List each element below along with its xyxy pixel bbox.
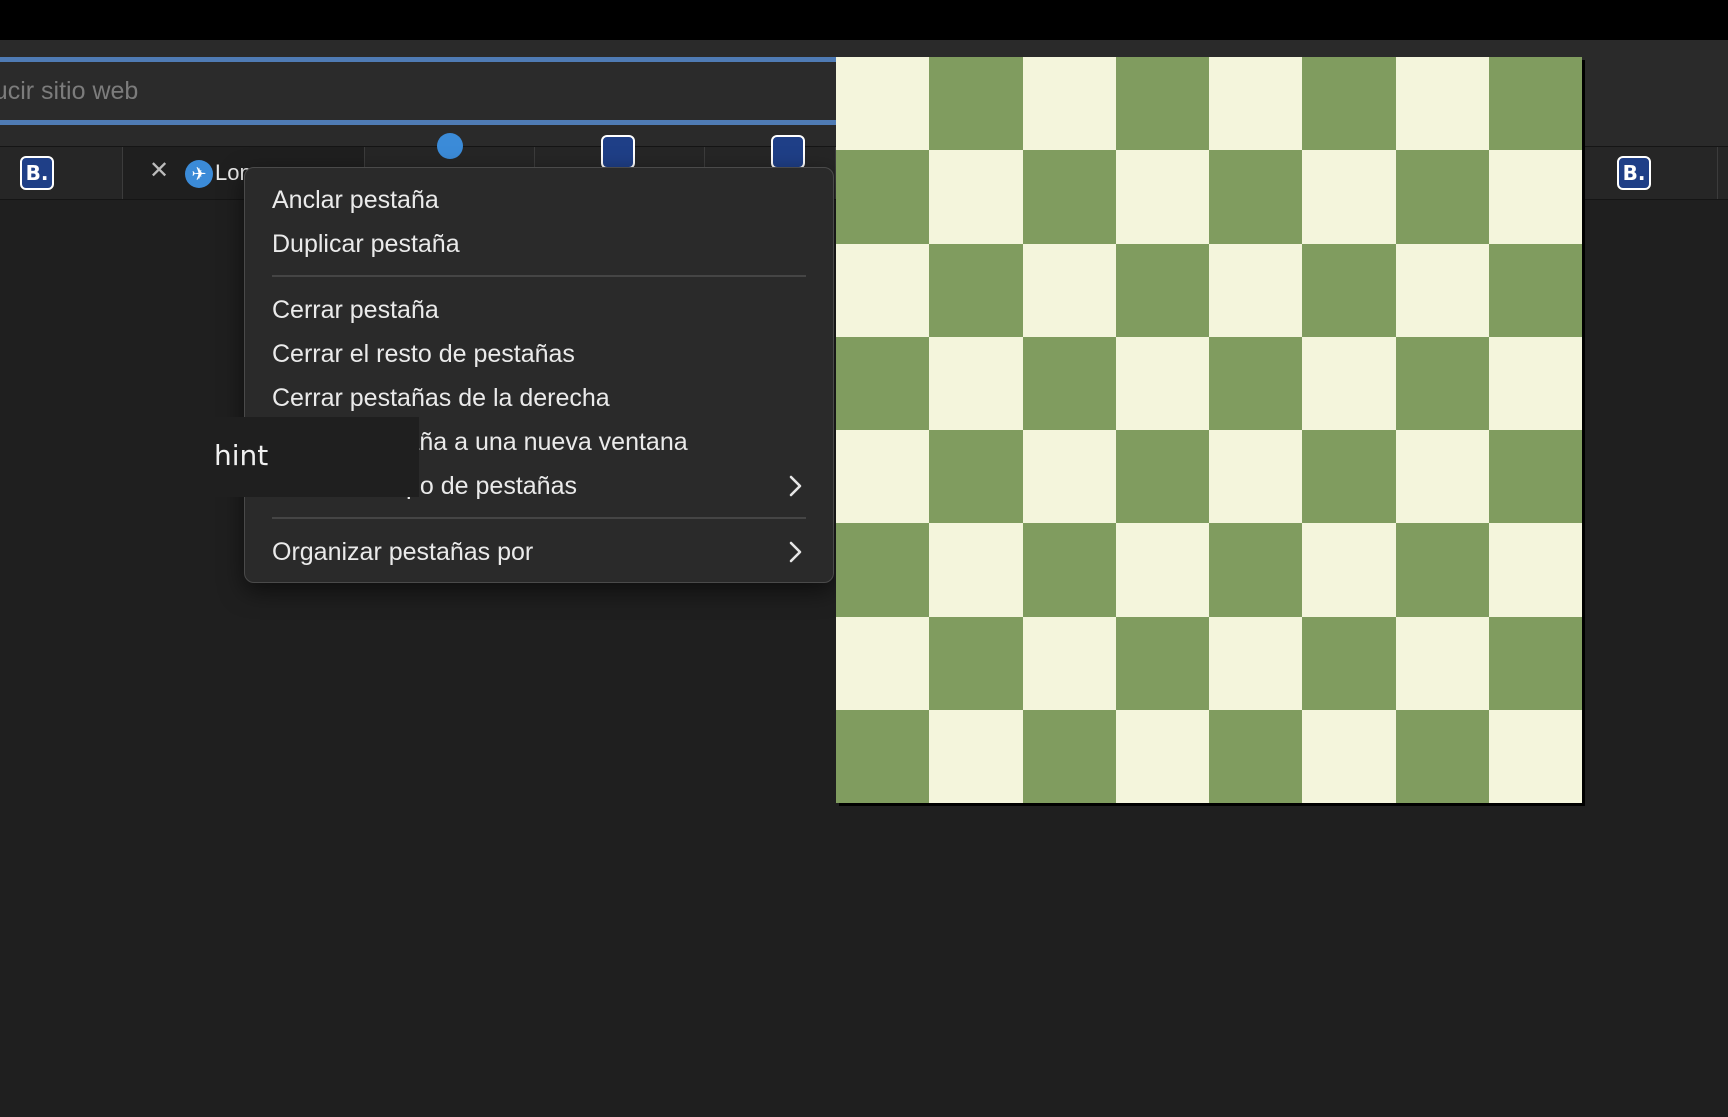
menu-item-close-tab[interactable]: Cerrar pestaña [245, 290, 833, 330]
board-square[interactable] [1488, 336, 1582, 430]
menu-separator [272, 275, 806, 277]
tab-context-menu: Anclar pestaña Duplicar pestaña Cerrar p… [244, 167, 834, 583]
booking-icon: B. [1617, 156, 1651, 190]
board-square[interactable] [1488, 150, 1582, 244]
board-square[interactable] [1209, 616, 1303, 710]
menu-item-label: Anclar pestaña [272, 186, 439, 214]
board-square[interactable] [1302, 243, 1396, 337]
board-square[interactable] [836, 430, 930, 524]
close-icon[interactable]: ✕ [149, 159, 169, 183]
menu-item-label: stаña a una nueva ventana [386, 428, 688, 456]
menu-separator [272, 517, 806, 519]
board-square[interactable] [1488, 616, 1582, 710]
site-icon [437, 133, 463, 159]
board-square[interactable] [1022, 616, 1116, 710]
board-square[interactable] [1302, 709, 1396, 803]
booking-icon: B. [20, 156, 54, 190]
menu-item-organize-tabs-by[interactable]: Organizar pestañas por [245, 532, 833, 572]
hint-text: hint [214, 439, 269, 472]
board-square[interactable] [836, 709, 930, 803]
board-square[interactable] [929, 523, 1023, 617]
board-square[interactable] [1395, 243, 1489, 337]
board-square[interactable] [1488, 709, 1582, 803]
board-square[interactable] [1395, 336, 1489, 430]
board-square[interactable] [1395, 57, 1489, 151]
board-square[interactable] [1209, 523, 1303, 617]
board-square[interactable] [1115, 523, 1209, 617]
board-square[interactable] [1395, 150, 1489, 244]
board-square[interactable] [929, 616, 1023, 710]
board-square[interactable] [1488, 430, 1582, 524]
board-square[interactable] [836, 57, 930, 151]
board-square[interactable] [1209, 150, 1303, 244]
board-square[interactable] [1022, 336, 1116, 430]
tab-booking-4[interactable]: B. [1582, 147, 1718, 199]
board-square[interactable] [1302, 336, 1396, 430]
board-square[interactable] [1022, 150, 1116, 244]
board-square[interactable] [836, 336, 930, 430]
menu-item-label: Cerrar pestañas de la derecha [272, 384, 610, 412]
board-square[interactable] [1302, 523, 1396, 617]
board-square[interactable] [1302, 616, 1396, 710]
board-square[interactable] [1115, 709, 1209, 803]
board-square[interactable] [1209, 243, 1303, 337]
menu-item-label: Duplicar pestaña [272, 230, 460, 258]
board-square[interactable] [1022, 57, 1116, 151]
board-square[interactable] [1209, 57, 1303, 151]
board-square[interactable] [1022, 243, 1116, 337]
menu-item-close-other-tabs[interactable]: Cerrar el resto de pestañas [245, 334, 833, 374]
menu-item-label: Cerrar pestaña [272, 296, 439, 324]
board-square[interactable] [1209, 430, 1303, 524]
board-square[interactable] [1115, 430, 1209, 524]
board-square[interactable] [1115, 336, 1209, 430]
board-square[interactable] [929, 243, 1023, 337]
menu-item-duplicate-tab[interactable]: Duplicar pestaña [245, 224, 833, 264]
board-square[interactable] [1115, 150, 1209, 244]
board-square[interactable] [929, 709, 1023, 803]
board-square[interactable] [1395, 616, 1489, 710]
menu-item-label: po de pestañas [406, 472, 577, 500]
chevron-right-icon [789, 541, 802, 563]
menu-item-pin-tab[interactable]: Anclar pestaña [245, 180, 833, 220]
board-square[interactable] [1115, 616, 1209, 710]
board-square[interactable] [1115, 57, 1209, 151]
menu-item-label: Organizar pestañas por [272, 538, 534, 566]
board-square[interactable] [1209, 336, 1303, 430]
booking-icon [601, 135, 635, 169]
board-square[interactable] [929, 57, 1023, 151]
board-square[interactable] [1488, 523, 1582, 617]
chevron-right-icon [789, 475, 802, 497]
board-square[interactable] [1209, 709, 1303, 803]
board-square[interactable] [1488, 243, 1582, 337]
hint-tooltip: hint [199, 417, 419, 497]
board-square[interactable] [929, 430, 1023, 524]
board-square[interactable] [1302, 57, 1396, 151]
plane-icon: ✈ [185, 160, 213, 188]
address-bar-placeholder: oducir sitio web [0, 77, 139, 105]
board-square[interactable] [1022, 523, 1116, 617]
window-top-bar [0, 0, 1728, 40]
board-square[interactable] [1022, 430, 1116, 524]
menu-item-label: Cerrar el resto de pestañas [272, 340, 575, 368]
board-square[interactable] [1395, 523, 1489, 617]
board-square[interactable] [836, 243, 930, 337]
address-bar[interactable]: oducir sitio web [0, 57, 836, 125]
board-square[interactable] [1022, 709, 1116, 803]
board-square[interactable] [1115, 243, 1209, 337]
board-square[interactable] [1395, 709, 1489, 803]
board-square[interactable] [1302, 430, 1396, 524]
board-square[interactable] [1488, 57, 1582, 151]
board-square[interactable] [929, 150, 1023, 244]
menu-item-close-tabs-right[interactable]: Cerrar pestañas de la derecha [245, 378, 833, 418]
booking-icon [771, 135, 805, 169]
board-square[interactable] [1302, 150, 1396, 244]
board-square[interactable] [929, 336, 1023, 430]
tab-booking-1[interactable]: B. [0, 147, 123, 199]
board-square[interactable] [836, 150, 930, 244]
board-square[interactable] [1395, 430, 1489, 524]
chessboard[interactable] [836, 57, 1582, 803]
board-square[interactable] [836, 523, 930, 617]
board-square[interactable] [836, 616, 930, 710]
